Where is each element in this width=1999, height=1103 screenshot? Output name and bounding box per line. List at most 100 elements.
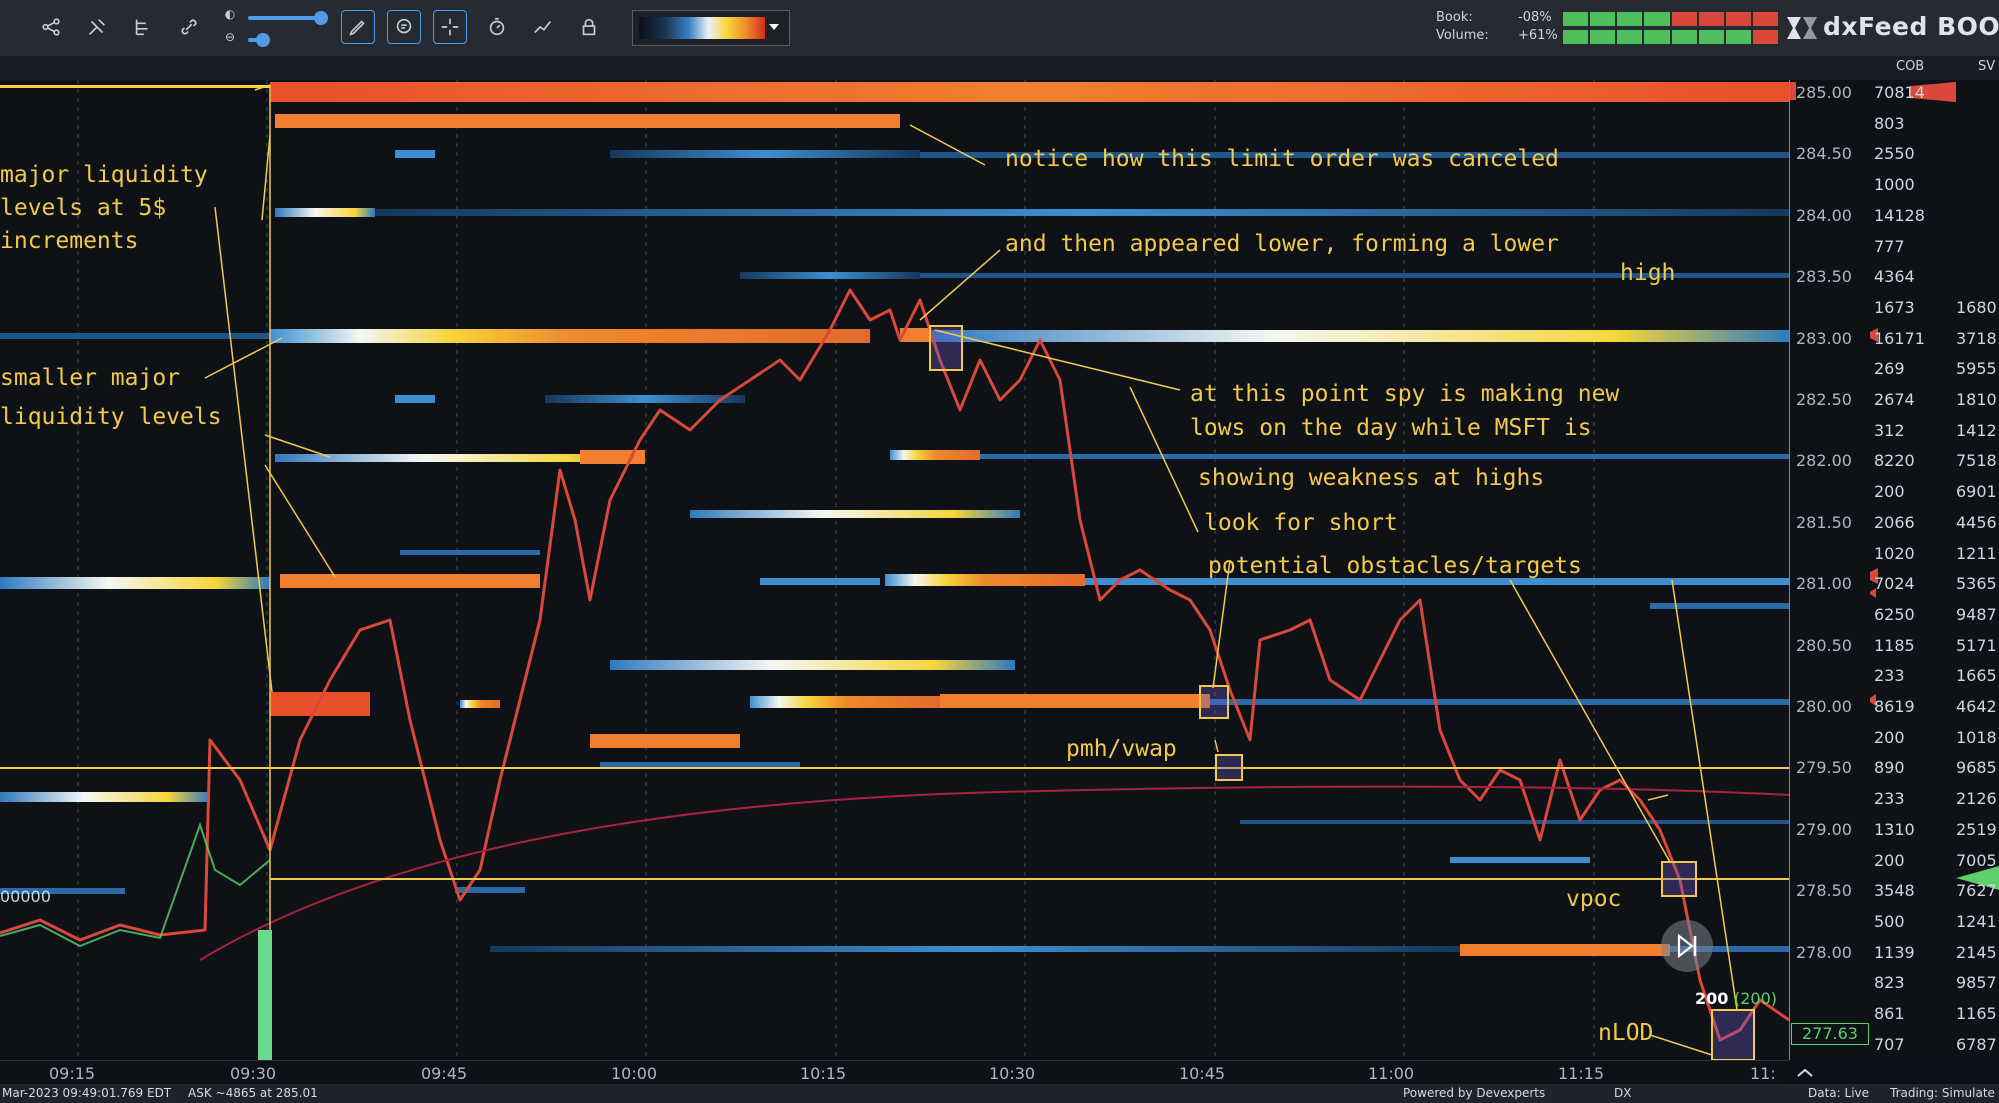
cob-value: 707 xyxy=(1874,1034,1905,1054)
stopwatch-icon[interactable] xyxy=(480,10,514,44)
cob-value: 500 xyxy=(1874,911,1905,931)
annotation-major-1: major liquidity xyxy=(0,162,208,188)
broadcast-icon[interactable] xyxy=(80,10,114,44)
price-label: 282.50 xyxy=(1796,390,1852,409)
time-axis[interactable]: 09:15 09:30 09:45 10:00 10:15 10:30 10:45 11:00… xyxy=(0,1060,1813,1085)
price-axis[interactable]: 285.00 284.50 284.00 283.50 283.00 282.50 282.… xyxy=(1789,80,1871,1060)
sv-value: 2145 xyxy=(1956,942,1997,962)
book-value: -08% xyxy=(1518,10,1552,25)
last-trade-size: 200 xyxy=(1695,989,1729,1008)
sv-value: 4642 xyxy=(1956,697,1997,716)
comment-icon[interactable] xyxy=(387,10,421,44)
lock-icon[interactable] xyxy=(572,10,606,44)
cob-value: 7024 xyxy=(1874,574,1915,594)
layers-icon[interactable] xyxy=(126,10,160,44)
cob-value: 6250 xyxy=(1874,604,1915,624)
volume-value: +61% xyxy=(1518,28,1558,43)
indicator-icon[interactable] xyxy=(526,10,560,44)
annotation-appeared-1: and then appeared lower, forming a lower xyxy=(1005,231,1559,257)
chevron-up-icon[interactable] xyxy=(1795,1065,1815,1081)
brightness-slider-knob[interactable] xyxy=(314,11,328,25)
price-label: 283.00 xyxy=(1796,328,1852,348)
sv-value: 5955 xyxy=(1956,359,1997,379)
annotation-pmh-vwap: pmh/vwap xyxy=(1066,736,1177,762)
annotation-spy-1: at this point spy is making new xyxy=(1190,381,1620,407)
crosshair-icon[interactable] xyxy=(433,10,467,44)
brightness-slider[interactable] xyxy=(248,16,320,20)
heatmap-gradient xyxy=(639,17,765,39)
cob-value: 890 xyxy=(1874,758,1905,778)
sv-value: 1810 xyxy=(1956,390,1997,409)
share-icon[interactable] xyxy=(34,10,68,44)
cob-value: 1185 xyxy=(1874,635,1915,655)
sv-value: 2126 xyxy=(1956,789,1997,809)
cob-value: 1020 xyxy=(1874,543,1915,563)
replay-play-button[interactable] xyxy=(1661,920,1713,972)
play-next-icon xyxy=(1677,933,1697,959)
sv-value: 1241 xyxy=(1956,911,1997,931)
cob-value: 70814 xyxy=(1874,83,1925,102)
sv-value: 1211 xyxy=(1956,543,1997,563)
price-label: 279.50 xyxy=(1796,758,1852,778)
heatmap-color-selector[interactable] xyxy=(632,10,790,46)
contrast-slider-knob[interactable] xyxy=(256,33,270,47)
time-label: 09:15 xyxy=(49,1064,96,1083)
cob-value: 269 xyxy=(1874,359,1905,379)
status-bar: Mar-2023 09:49:01.769 EDT ASK ~4865 at 2… xyxy=(0,1084,1999,1103)
cob-value: 1000 xyxy=(1874,175,1915,195)
status-data-feed: Data: Live xyxy=(1808,1086,1870,1100)
cob-column: 70814 803 2550 1000 14128 777 4364 1673 16171 269… xyxy=(1870,80,1956,1060)
status-timestamp: Mar-2023 09:49:01.769 EDT xyxy=(2,1086,172,1100)
cob-value: 1673 xyxy=(1874,297,1915,317)
price-label: 284.50 xyxy=(1796,144,1852,164)
link-icon[interactable] xyxy=(172,10,206,44)
last-trade-info: 200 (200) xyxy=(1695,989,1777,1008)
annotation-nlod: nLOD xyxy=(1598,1020,1654,1046)
status-powered: Powered by Devexperts xyxy=(1403,1086,1546,1100)
cob-value: 2550 xyxy=(1874,144,1915,164)
last-trade-agg: (200) xyxy=(1733,989,1778,1008)
annotation-spy-2: lows on the day while MSFT is xyxy=(1190,415,1592,441)
time-label: 09:45 xyxy=(421,1064,468,1083)
column-header-sv: SV xyxy=(1978,59,1996,74)
book-meter xyxy=(1563,12,1778,26)
status-trading-mode: Trading: Simulate xyxy=(1890,1086,1995,1100)
price-label: 281.00 xyxy=(1796,574,1852,594)
status-dx: DX xyxy=(1614,1086,1632,1100)
price-label: 281.50 xyxy=(1796,512,1852,532)
time-label: 11:15 xyxy=(1558,1064,1605,1083)
cob-value: 200 xyxy=(1874,727,1905,747)
sv-value: 1680 xyxy=(1956,297,1997,317)
annotation-spy-3: showing weakness at highs xyxy=(1198,465,1545,491)
annotation-notice: notice how this limit order was canceled xyxy=(1005,146,1559,172)
price-label: 279.00 xyxy=(1796,819,1852,839)
price-label: 283.50 xyxy=(1796,267,1852,287)
time-label: 11:00 xyxy=(1368,1064,1415,1083)
sv-value: 7627 xyxy=(1956,881,1997,901)
price-label: 278.50 xyxy=(1796,881,1852,901)
volume-bar xyxy=(258,930,272,1060)
vwap-line xyxy=(199,785,1789,961)
annotation-major-2: levels at 5$ xyxy=(0,195,167,221)
annotation-smaller-1: smaller major xyxy=(0,365,181,391)
column-header-row xyxy=(0,56,1999,80)
price-label: 278.00 xyxy=(1796,942,1852,962)
cob-value: 233 xyxy=(1874,666,1905,686)
brightness-icon: ◐ xyxy=(224,7,236,21)
sv-value: 9857 xyxy=(1956,973,1997,993)
cob-value: 8619 xyxy=(1874,697,1915,716)
liquidity-bands xyxy=(0,82,1789,956)
cob-value: 861 xyxy=(1874,1004,1905,1023)
sv-value: 7005 xyxy=(1956,850,1997,870)
sv-value: 9685 xyxy=(1956,758,1997,778)
time-label: 10:15 xyxy=(800,1064,847,1083)
annotation-vpoc: vpoc xyxy=(1566,886,1622,912)
time-label: 10:30 xyxy=(989,1064,1036,1083)
cob-value: 4364 xyxy=(1874,267,1915,287)
sv-value: 1412 xyxy=(1956,420,1997,440)
cob-value: 8220 xyxy=(1874,451,1915,471)
cob-value: 200 xyxy=(1874,850,1905,870)
pencil-icon[interactable] xyxy=(341,10,375,44)
time-label: 10:00 xyxy=(611,1064,658,1083)
time-label: 09:30 xyxy=(230,1064,277,1083)
